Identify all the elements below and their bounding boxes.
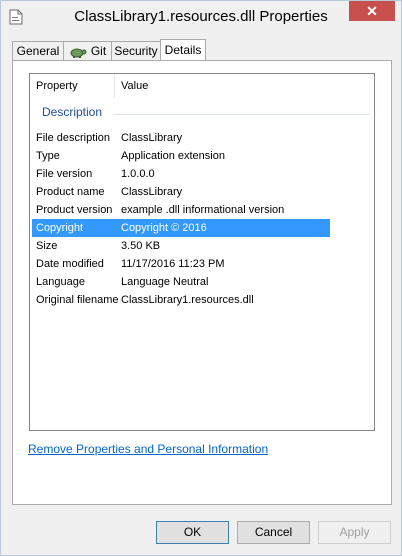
property-row[interactable]: Size 3.50 KB: [32, 237, 330, 255]
property-row[interactable]: File description ClassLibrary: [32, 129, 330, 147]
column-header-property[interactable]: Property: [30, 74, 114, 98]
property-name: Type: [36, 150, 60, 162]
property-name: File description: [36, 132, 110, 144]
property-row[interactable]: Type Application extension: [32, 147, 330, 165]
properties-dialog: ClassLibrary1.resources.dll Properties ✕…: [0, 0, 402, 556]
property-row[interactable]: Date modified 11/17/2016 11:23 PM: [32, 255, 330, 273]
property-value: ClassLibrary: [121, 186, 183, 198]
tab-git[interactable]: Git: [63, 41, 112, 60]
group-header-description: Description: [42, 105, 103, 119]
property-row[interactable]: Original filename ClassLibrary1.resource…: [32, 291, 330, 309]
close-button[interactable]: ✕: [349, 1, 395, 21]
window-title: ClassLibrary1.resources.dll Properties: [74, 8, 328, 25]
remove-properties-link[interactable]: Remove Properties and Personal Informati…: [28, 442, 268, 456]
column-header-value[interactable]: Value: [115, 74, 315, 98]
property-row[interactable]: File version 1.0.0.0: [32, 165, 330, 183]
cancel-button[interactable]: Cancel: [237, 521, 310, 544]
tab-label: General: [16, 44, 60, 58]
apply-button[interactable]: Apply: [318, 521, 391, 544]
tab-general[interactable]: General: [12, 41, 64, 60]
details-list[interactable]: Property Value Description File descript…: [29, 73, 375, 431]
list-header: Property Value: [30, 74, 374, 98]
property-value: ClassLibrary: [121, 132, 183, 144]
title-bar[interactable]: ClassLibrary1.resources.dll Properties ✕: [1, 1, 401, 32]
property-name: Date modified: [36, 258, 104, 270]
property-row[interactable]: Language Language Neutral: [32, 273, 330, 291]
property-name: Language: [36, 276, 85, 288]
property-row-selected[interactable]: Copyright Copyright © 2016: [32, 219, 330, 237]
property-value: Application extension: [121, 150, 225, 162]
tab-label: Git: [90, 44, 107, 58]
details-panel: Property Value Description File descript…: [12, 60, 392, 505]
property-value: example .dll informational version: [121, 204, 285, 216]
tab-details[interactable]: Details: [160, 39, 206, 62]
property-name: Product version: [36, 204, 113, 216]
property-value: Copyright © 2016: [121, 222, 207, 234]
property-value: 11/17/2016 11:23 PM: [121, 258, 225, 270]
property-name: Product name: [36, 186, 105, 198]
turtle-icon: [70, 48, 87, 58]
property-row[interactable]: Product version example .dll information…: [32, 201, 330, 219]
property-name: Copyright: [36, 222, 84, 234]
tab-label: Details: [164, 43, 202, 57]
property-name: Size: [36, 240, 58, 252]
property-value: 3.50 KB: [121, 240, 161, 252]
property-name: Original filename: [36, 294, 119, 306]
tab-security[interactable]: Security: [111, 41, 161, 60]
property-value: 1.0.0.0: [121, 168, 155, 180]
ok-button[interactable]: OK: [156, 521, 229, 544]
group-divider: [114, 114, 370, 115]
tab-label: Security: [114, 44, 158, 58]
property-row[interactable]: Product name ClassLibrary: [32, 183, 330, 201]
property-value: Language Neutral: [121, 276, 209, 288]
property-name: File version: [36, 168, 93, 180]
property-value: ClassLibrary1.resources.dll: [121, 294, 254, 306]
